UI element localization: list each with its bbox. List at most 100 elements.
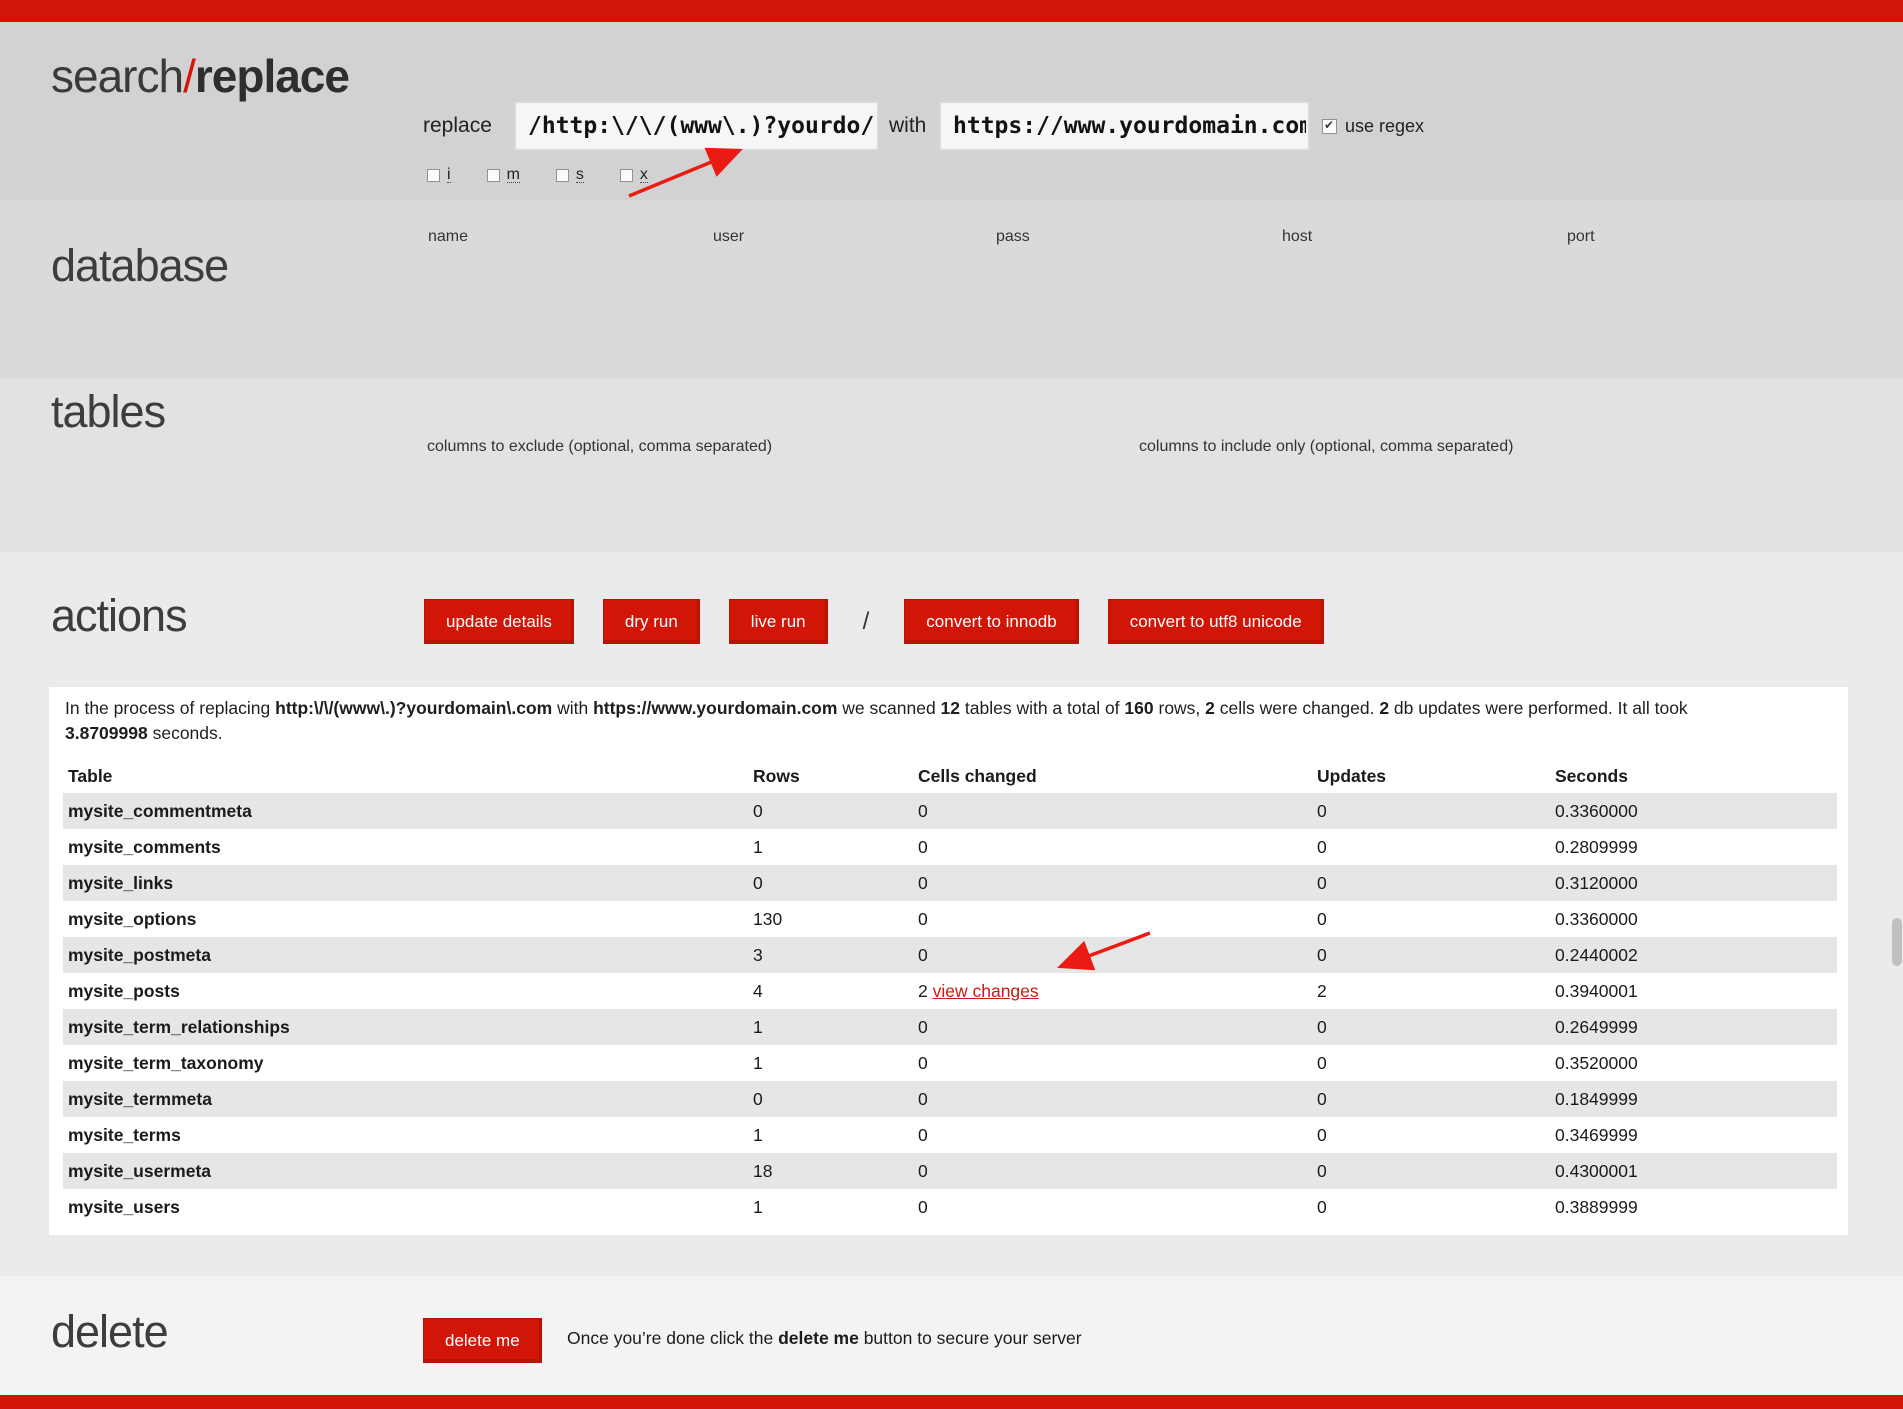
include-columns-label: columns to include only (optional, comma… [1139,438,1513,456]
results-table-header: Table Rows Cells changed Updates Seconds [63,759,1837,793]
use-regex-checkbox[interactable] [1322,119,1337,134]
delete-note: Once you’re done click the delete me but… [567,1328,1082,1349]
db-host-label: host [1282,228,1312,246]
flag-m-checkbox[interactable] [487,169,500,182]
cell-rows: 1 [748,829,913,865]
flag-x[interactable]: x [620,167,648,183]
cell-table-name: mysite_users [63,1189,748,1225]
cell-cells-changed: 0 [913,937,1312,973]
bottom-accent-bar [0,1395,1903,1409]
results-table: Table Rows Cells changed Updates Seconds… [63,759,1837,1225]
cell-updates: 0 [1312,793,1550,829]
cell-rows: 3 [748,937,913,973]
cell-seconds: 0.3360000 [1550,793,1837,829]
cell-updates: 0 [1312,1045,1550,1081]
use-regex-label: use regex [1345,116,1424,137]
flag-s[interactable]: s [556,167,584,183]
cell-rows: 1 [748,1189,913,1225]
cell-rows: 130 [748,901,913,937]
convert-innodb-button[interactable]: convert to innodb [904,599,1078,644]
table-row: mysite_posts42 view changes20.3940001 [63,973,1837,1009]
cell-updates: 0 [1312,1009,1550,1045]
cell-table-name: mysite_postmeta [63,937,748,973]
cell-seconds: 0.3520000 [1550,1045,1837,1081]
live-run-button[interactable]: live run [729,599,828,644]
cell-seconds: 0.3940001 [1550,973,1837,1009]
cell-updates: 2 [1312,973,1550,1009]
cell-table-name: mysite_links [63,865,748,901]
flag-s-label: s [576,167,584,183]
cell-rows: 1 [748,1045,913,1081]
flag-x-checkbox[interactable] [620,169,633,182]
results-table-body: mysite_commentmeta0000.3360000mysite_com… [63,793,1837,1225]
replace-label: replace [423,101,492,151]
actions-button-row: update details dry run live run / conver… [424,599,1324,644]
section-search-replace: search/replace replace with use regex i … [0,22,1903,200]
top-accent-bar [0,0,1903,22]
replace-input[interactable] [514,101,879,151]
flag-i-label: i [447,167,451,183]
cell-seconds: 0.3469999 [1550,1117,1837,1153]
cell-cells-changed: 2 view changes [913,973,1312,1009]
section-tables: tables all tables select tables columns … [0,378,1903,552]
table-row: mysite_termmeta0000.1849999 [63,1081,1837,1117]
section-actions: actions update details dry run live run … [0,552,1903,1276]
db-port-label: port [1567,228,1595,246]
cell-seconds: 0.3120000 [1550,865,1837,901]
logo-slash: / [183,50,195,102]
cell-rows: 0 [748,1081,913,1117]
cell-updates: 0 [1312,1153,1550,1189]
update-details-button[interactable]: update details [424,599,574,644]
flag-i[interactable]: i [427,167,451,183]
cell-updates: 0 [1312,1189,1550,1225]
results-panel: In the process of replacing http:\/\/(ww… [49,687,1848,1235]
cell-rows: 1 [748,1009,913,1045]
dry-run-button[interactable]: dry run [603,599,700,644]
cell-rows: 1 [748,1117,913,1153]
cell-cells-changed: 0 [913,1081,1312,1117]
db-pass-label: pass [996,228,1030,246]
table-row: mysite_postmeta3000.2440002 [63,937,1837,973]
cell-seconds: 0.3889999 [1550,1189,1837,1225]
db-name-label: name [428,228,468,246]
table-row: mysite_usermeta18000.4300001 [63,1153,1837,1189]
cell-cells-changed: 0 [913,793,1312,829]
cell-rows: 18 [748,1153,913,1189]
table-row: mysite_links0000.3120000 [63,865,1837,901]
cell-updates: 0 [1312,1117,1550,1153]
cell-updates: 0 [1312,865,1550,901]
table-row: mysite_users1000.3889999 [63,1189,1837,1225]
cell-updates: 0 [1312,937,1550,973]
use-regex-option[interactable]: use regex [1322,101,1424,151]
page: search/replace replace with use regex i … [0,0,1903,1409]
db-user-label: user [713,228,744,246]
database-title: database [51,240,228,292]
cell-table-name: mysite_options [63,901,748,937]
col-seconds: Seconds [1550,759,1837,793]
cell-rows: 0 [748,793,913,829]
flag-i-checkbox[interactable] [427,169,440,182]
scrollbar-thumb[interactable] [1892,918,1902,966]
cell-cells-changed: 0 [913,901,1312,937]
with-input[interactable] [939,101,1310,151]
app-logo: search/replace [51,49,349,103]
delete-title: delete [51,1306,168,1358]
cell-table-name: mysite_usermeta [63,1153,748,1189]
flag-m-label: m [507,167,520,183]
cell-cells-changed: 0 [913,865,1312,901]
cell-table-name: mysite_posts [63,973,748,1009]
col-cells-changed: Cells changed [913,759,1312,793]
cell-seconds: 0.2809999 [1550,829,1837,865]
delete-me-button[interactable]: delete me [423,1318,542,1363]
cell-seconds: 0.4300001 [1550,1153,1837,1189]
flag-x-label: x [640,167,648,183]
convert-utf8-button[interactable]: convert to utf8 unicode [1108,599,1324,644]
view-changes-link[interactable]: view changes [933,981,1039,1001]
cell-table-name: mysite_comments [63,829,748,865]
flag-m[interactable]: m [487,167,520,183]
table-row: mysite_terms1000.3469999 [63,1117,1837,1153]
flag-s-checkbox[interactable] [556,169,569,182]
cell-table-name: mysite_term_relationships [63,1009,748,1045]
col-rows: Rows [748,759,913,793]
cell-table-name: mysite_terms [63,1117,748,1153]
